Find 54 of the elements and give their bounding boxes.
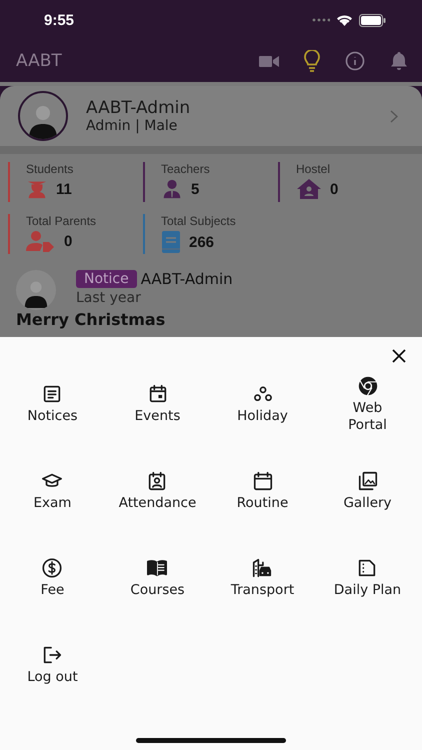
info-icon[interactable] — [345, 51, 365, 71]
stat-value: 11 — [56, 180, 72, 198]
person-tag-icon — [26, 230, 56, 252]
menu-item[interactable]: Web Portal — [338, 375, 398, 434]
open-book-icon — [146, 557, 168, 579]
notice-tag: Notice — [76, 270, 137, 288]
menu-item[interactable]: Exam — [34, 470, 72, 512]
menu-item[interactable]: Holiday — [237, 383, 288, 425]
menu-item[interactable]: Daily Plan — [334, 557, 402, 599]
menu-item[interactable]: Courses — [130, 557, 185, 599]
stat-label: Total Subjects — [161, 214, 237, 228]
chevron-icon — [390, 110, 398, 122]
dollar-coin-icon — [41, 557, 64, 579]
house-icon — [296, 178, 322, 200]
stat-label: Hostel — [296, 162, 332, 176]
menu-item[interactable]: Events — [134, 383, 180, 425]
status-time: 9:55 — [44, 12, 74, 28]
profile-role: Admin | Male — [86, 118, 178, 134]
photos-icon — [356, 470, 378, 492]
notice-title: Merry Christmas — [16, 310, 166, 329]
person-icon — [161, 178, 183, 200]
signal-icon — [312, 18, 330, 22]
notice-author: AABT-Admin — [140, 270, 233, 288]
menu-item[interactable]: Transport — [230, 557, 294, 599]
stat-value: 5 — [191, 180, 200, 198]
stat-label: Students — [26, 162, 74, 176]
profile-card[interactable]: AABT-Admin Admin | Male — [0, 86, 422, 146]
battery-icon — [359, 14, 386, 26]
building-car-icon — [251, 557, 274, 579]
video-camera-icon[interactable] — [259, 54, 279, 68]
menu-item[interactable]: Gallery — [343, 470, 392, 512]
avatar — [18, 91, 68, 141]
lightbulb-icon[interactable] — [304, 50, 320, 72]
book-icon — [161, 230, 181, 254]
calendar-icon — [252, 470, 274, 492]
menu-item[interactable]: Notices — [27, 383, 78, 425]
bell-icon[interactable] — [390, 51, 408, 71]
logout-icon — [41, 644, 64, 666]
notice-time: Last year — [76, 290, 142, 306]
stat-value: 266 — [189, 234, 214, 250]
app-title: AABT — [16, 51, 63, 71]
menu-item[interactable]: Log out — [27, 644, 78, 686]
browser-logo-icon — [356, 375, 378, 397]
profile-name: AABT-Admin — [86, 98, 192, 118]
close-button[interactable] — [390, 347, 408, 365]
menu-item[interactable]: Attendance — [118, 470, 196, 512]
menu-item[interactable]: Fee — [40, 557, 64, 599]
stat-value: 0 — [64, 232, 72, 250]
stat-value: 0 — [330, 180, 338, 198]
menu-item[interactable]: Routine — [236, 470, 288, 512]
avatar — [16, 270, 56, 310]
stat-label: Total Parents — [26, 214, 98, 228]
stat-label: Teachers — [161, 162, 211, 176]
wifi-icon — [336, 14, 353, 26]
